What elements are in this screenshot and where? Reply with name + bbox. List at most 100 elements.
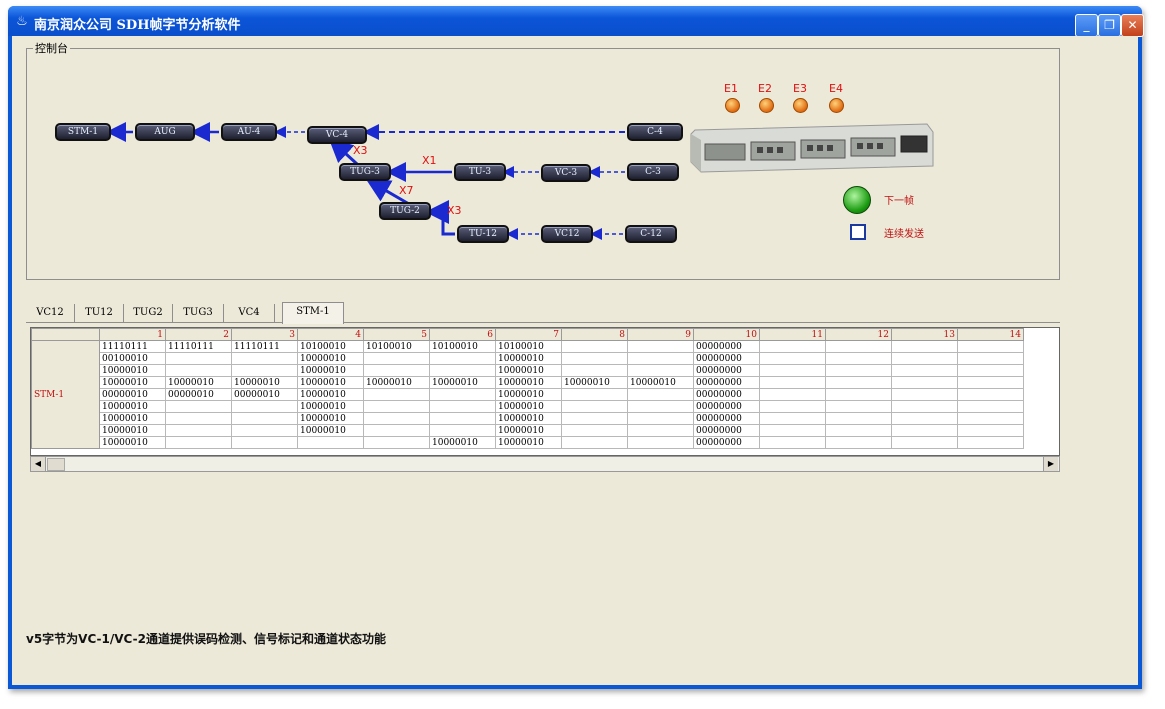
title-bar[interactable]: ♨ 南京润众公司 SDH帧字节分析软件 _ ❐ ✕ — [8, 6, 1144, 37]
byte-cell[interactable] — [825, 352, 892, 365]
byte-cell[interactable] — [231, 352, 298, 365]
node-stm1[interactable]: STM-1 — [55, 123, 111, 141]
byte-cell[interactable] — [825, 376, 892, 389]
byte-cell[interactable] — [891, 364, 958, 377]
node-au4[interactable]: AU-4 — [221, 123, 277, 141]
byte-cell[interactable]: 10000010 — [297, 376, 364, 389]
node-vc4[interactable]: VC-4 — [307, 126, 367, 144]
byte-cell[interactable] — [561, 364, 628, 377]
tab-vc12[interactable]: VC12 — [26, 304, 75, 322]
byte-cell[interactable] — [363, 364, 430, 377]
tab-tug2[interactable]: TUG2 — [124, 304, 173, 322]
byte-cell[interactable] — [429, 364, 496, 377]
byte-cell[interactable]: 10000010 — [495, 412, 562, 425]
byte-cell[interactable] — [561, 412, 628, 425]
node-c3[interactable]: C-3 — [627, 163, 679, 181]
byte-cell[interactable]: 00000000 — [693, 352, 760, 365]
byte-cell[interactable]: 10000010 — [297, 400, 364, 413]
byte-cell[interactable] — [825, 424, 892, 437]
byte-cell[interactable]: 10000010 — [495, 388, 562, 401]
byte-cell[interactable] — [825, 364, 892, 377]
byte-cell[interactable] — [363, 388, 430, 401]
byte-cell[interactable] — [825, 388, 892, 401]
byte-cell[interactable] — [825, 436, 892, 449]
byte-cell[interactable] — [627, 364, 694, 377]
byte-cell[interactable]: 00000010 — [165, 388, 232, 401]
byte-cell[interactable] — [561, 424, 628, 437]
byte-cell[interactable] — [627, 352, 694, 365]
node-vc3[interactable]: VC-3 — [541, 164, 591, 182]
tab-stm1[interactable]: STM-1 — [282, 302, 344, 324]
byte-cell[interactable]: 10000010 — [627, 376, 694, 389]
byte-cell[interactable] — [429, 388, 496, 401]
byte-cell[interactable]: 10000010 — [495, 436, 562, 449]
scroll-left-icon[interactable]: ◀ — [31, 457, 46, 471]
byte-cell[interactable]: 10100010 — [495, 340, 562, 353]
byte-cell[interactable] — [429, 412, 496, 425]
byte-cell[interactable] — [429, 424, 496, 437]
byte-cell[interactable] — [759, 412, 826, 425]
byte-cell[interactable] — [231, 412, 298, 425]
byte-cell[interactable] — [165, 352, 232, 365]
byte-cell[interactable]: 10000010 — [495, 352, 562, 365]
byte-cell[interactable]: 00000000 — [693, 424, 760, 437]
minimize-button[interactable]: _ — [1075, 14, 1098, 37]
byte-cell[interactable] — [561, 352, 628, 365]
byte-cell[interactable]: 00000000 — [693, 388, 760, 401]
byte-cell[interactable] — [759, 352, 826, 365]
byte-cell[interactable] — [561, 340, 628, 353]
byte-cell[interactable] — [957, 352, 1024, 365]
node-aug[interactable]: AUG — [135, 123, 195, 141]
byte-cell[interactable] — [363, 436, 430, 449]
byte-cell[interactable]: 10000010 — [297, 424, 364, 437]
byte-cell[interactable] — [627, 436, 694, 449]
byte-cell[interactable] — [891, 424, 958, 437]
tab-vc4[interactable]: VC4 — [224, 304, 275, 322]
byte-cell[interactable] — [165, 400, 232, 413]
byte-cell[interactable] — [891, 436, 958, 449]
restore-button[interactable]: ❐ — [1098, 14, 1121, 37]
byte-cell[interactable]: 11110111 — [165, 340, 232, 353]
scroll-thumb[interactable] — [47, 458, 65, 471]
byte-cell[interactable]: 00000000 — [693, 436, 760, 449]
byte-cell[interactable] — [891, 388, 958, 401]
byte-cell[interactable] — [165, 364, 232, 377]
byte-cell[interactable] — [561, 400, 628, 413]
byte-cell[interactable] — [627, 400, 694, 413]
byte-cell[interactable]: 00000010 — [231, 388, 298, 401]
byte-grid[interactable]: 1 2 3 4 5 6 7 8 9 10 11 12 13 14 STM-1 11110111 11110111… — [30, 327, 1060, 456]
tab-tu12[interactable]: TU12 — [75, 304, 124, 322]
byte-cell[interactable] — [231, 400, 298, 413]
byte-cell[interactable] — [891, 352, 958, 365]
byte-cell[interactable] — [231, 364, 298, 377]
byte-cell[interactable] — [561, 436, 628, 449]
byte-cell[interactable] — [429, 352, 496, 365]
byte-cell[interactable]: 10000010 — [99, 364, 166, 377]
close-button[interactable]: ✕ — [1121, 14, 1144, 37]
byte-cell[interactable]: 00000000 — [693, 340, 760, 353]
byte-cell[interactable] — [825, 340, 892, 353]
byte-cell[interactable] — [891, 412, 958, 425]
byte-cell[interactable] — [825, 400, 892, 413]
byte-cell[interactable] — [957, 400, 1024, 413]
byte-cell[interactable] — [231, 424, 298, 437]
byte-cell[interactable] — [363, 412, 430, 425]
next-frame-button[interactable] — [843, 186, 871, 214]
node-c12[interactable]: C-12 — [625, 225, 677, 243]
byte-cell[interactable]: 10000010 — [495, 376, 562, 389]
byte-cell[interactable]: 10000010 — [495, 400, 562, 413]
byte-cell[interactable]: 00000000 — [693, 400, 760, 413]
node-tug2[interactable]: TUG-2 — [379, 202, 431, 220]
byte-cell[interactable] — [891, 400, 958, 413]
byte-cell[interactable]: 10000010 — [99, 424, 166, 437]
byte-cell[interactable] — [759, 388, 826, 401]
byte-cell[interactable] — [891, 340, 958, 353]
byte-cell[interactable] — [363, 400, 430, 413]
byte-cell[interactable]: 10000010 — [99, 400, 166, 413]
byte-cell[interactable]: 10000010 — [495, 424, 562, 437]
byte-cell[interactable] — [957, 412, 1024, 425]
byte-cell[interactable]: 10000010 — [429, 436, 496, 449]
byte-cell[interactable] — [957, 388, 1024, 401]
byte-cell[interactable] — [957, 376, 1024, 389]
byte-cell[interactable]: 00000000 — [693, 364, 760, 377]
